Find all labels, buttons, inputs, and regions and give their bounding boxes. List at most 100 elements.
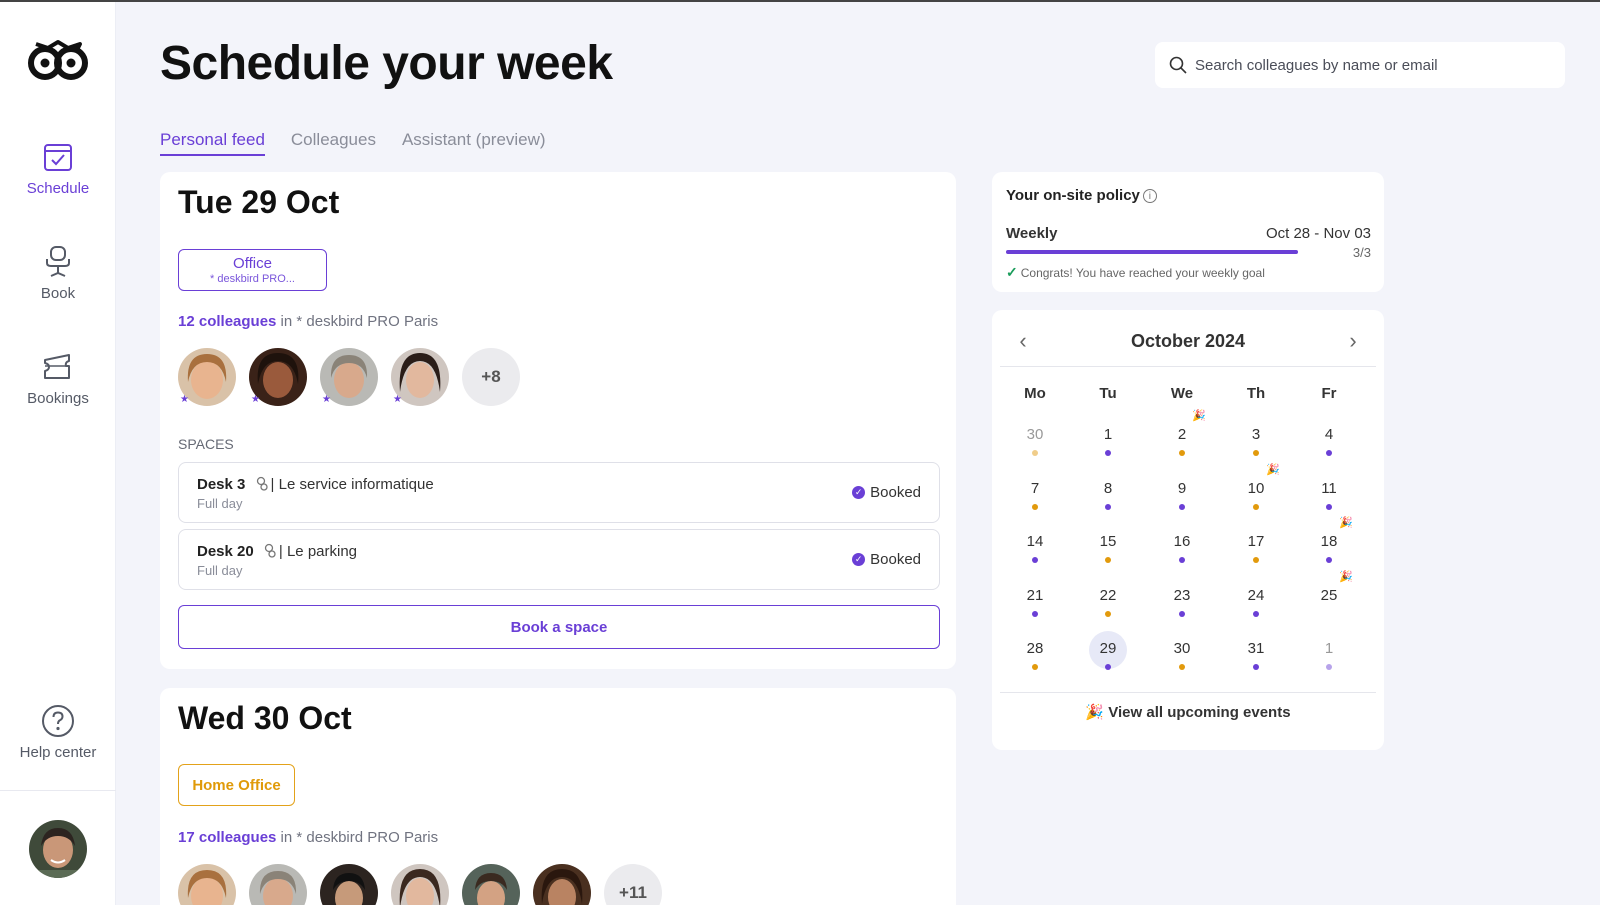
colleague-avatar[interactable]: ★ [249,348,307,406]
colleague-avatar[interactable] [533,864,591,905]
space-booking-row[interactable]: Desk 20 | Le parking Full day ✓ Booked [178,529,940,590]
policy-progress-fill [1006,250,1298,254]
day-number: 24 [1247,586,1265,604]
space-duration: Full day [197,496,243,511]
day-number: 25 [1320,586,1338,604]
tab-colleagues[interactable]: Colleagues [291,130,376,156]
calendar-day[interactable]: 28 [1005,632,1065,676]
sidebar-item-schedule[interactable]: Schedule [0,140,116,197]
space-booking-row[interactable]: Desk 3 | Le service informatique Full da… [178,462,940,523]
book-space-button[interactable]: Book a space [178,605,940,649]
calendar-day[interactable]: 16 [1152,525,1212,569]
booked-status: ✓ Booked [852,484,921,501]
office-status-button[interactable]: Office * deskbird PRO... [178,249,327,291]
calendar-day[interactable]: 11 [1299,472,1359,516]
policy-title: Your on-site policy i [1006,187,1157,204]
calendar-day[interactable]: 24 [1226,579,1286,623]
space-area: Le parking [286,543,358,560]
event-party-icon: 🎉 [1192,410,1206,422]
calendar-day[interactable]: 17 [1226,525,1286,569]
colleague-avatar[interactable]: ★ [320,348,378,406]
sidebar-item-book[interactable]: Book [0,245,116,302]
tab-assistant[interactable]: Assistant (preview) [402,130,546,156]
calendar-day[interactable]: 3 [1226,418,1286,462]
calendar-day[interactable]: 22 [1078,579,1138,623]
more-colleagues-button[interactable]: +8 [462,348,520,406]
calendar-day[interactable]: 7 [1005,472,1065,516]
office-chair-icon [46,246,70,277]
calendar-day[interactable]: 9 [1152,472,1212,516]
calendar-day[interactable]: 8 [1078,472,1138,516]
day-title: Tue 29 Oct [178,184,340,220]
calendar-day[interactable]: 1 [1078,418,1138,462]
calendar-day-today[interactable]: 29 [1078,631,1138,676]
calendar-day[interactable]: 4 [1299,418,1359,462]
calendar-day[interactable]: 2 🎉 [1152,410,1212,462]
home-office-status-button[interactable]: Home Office [178,764,295,806]
presence-dot [1253,450,1259,456]
day-card: Tue 29 Oct Office * deskbird PRO... 12 c… [160,172,956,669]
view-upcoming-events-link[interactable]: 🎉 View all upcoming events [992,703,1384,721]
colleague-avatar[interactable]: ★ [391,348,449,406]
presence-dot [1105,664,1111,670]
user-avatar[interactable] [29,820,87,878]
booked-label: Booked [870,484,921,501]
presence-dot [1032,450,1038,456]
calendar-day[interactable]: 23 [1152,579,1212,623]
star-icon: ★ [180,394,189,405]
calendar-day[interactable]: 10 🎉 [1226,464,1286,516]
weekday-header: Fr [1321,385,1337,402]
presence-dot [1253,664,1259,670]
weekday-header: Mo [1024,385,1046,402]
info-icon[interactable]: i [1142,189,1157,203]
calendar-day[interactable]: 30 [1005,418,1065,462]
ticket-icon [44,354,70,379]
calendar-day[interactable]: 21 [1005,579,1065,623]
presence-dot [1179,503,1185,510]
desk-icon [256,476,268,491]
help-circle-icon [42,705,74,737]
sidebar-item-help-center[interactable]: Help center [0,704,116,761]
weekday-header: Th [1246,385,1266,402]
tab-personal-feed[interactable]: Personal feed [160,130,265,156]
event-party-icon: 🎉 [1339,517,1353,529]
calendar-day[interactable]: 1 [1299,632,1359,676]
calendar-day[interactable]: 30 [1152,632,1212,676]
colleague-avatar[interactable] [320,864,378,905]
calendar-month-label: October 2024 [1130,331,1246,351]
sidebar-item-label: Help center [19,744,97,761]
colleague-avatar[interactable] [249,864,307,905]
day-number: 1 [1324,640,1334,657]
calendar-day[interactable]: 31 [1226,632,1286,676]
day-number: 10 [1247,479,1265,497]
colleagues-count-link[interactable]: 12 colleagues [178,313,276,330]
colleagues-location: in * deskbird PRO Paris [276,829,439,846]
event-party-icon: 🎉 [1339,570,1353,583]
colleague-avatar[interactable] [178,864,236,905]
day-number: 22 [1099,586,1117,604]
colleague-avatar[interactable] [391,864,449,905]
presence-dot [1105,450,1111,456]
day-number: 14 [1026,533,1044,550]
more-colleagues-button[interactable]: +11 [604,864,662,905]
next-month-button[interactable]: › [1338,326,1368,356]
colleague-avatar[interactable] [462,864,520,905]
day-title: Wed 30 Oct [178,700,352,736]
owl-logo-icon[interactable] [26,34,90,82]
colleague-avatar[interactable]: ★ [178,348,236,406]
colleague-search[interactable] [1155,42,1565,88]
day-number: 1 [1103,426,1113,443]
search-input[interactable] [1195,56,1555,74]
space-area: Le service informatique [278,476,434,493]
calendar-day[interactable]: 14 [1005,525,1065,569]
search-icon [1169,56,1187,74]
sidebar-item-bookings[interactable]: Bookings [0,350,116,407]
colleagues-count-link[interactable]: 17 colleagues [178,829,276,846]
policy-progress-bar [1006,250,1298,254]
space-duration: Full day [197,563,243,578]
calendar-day[interactable]: 25 🎉 [1299,571,1359,623]
policy-message-text: Congrats! You have reached your weekly g… [1020,266,1265,280]
onsite-policy-card: Your on-site policy i Weekly Oct 28 - Nov… [992,172,1384,292]
calendar-day[interactable]: 15 [1078,525,1138,569]
calendar-day[interactable]: 18 🎉 [1299,517,1359,569]
